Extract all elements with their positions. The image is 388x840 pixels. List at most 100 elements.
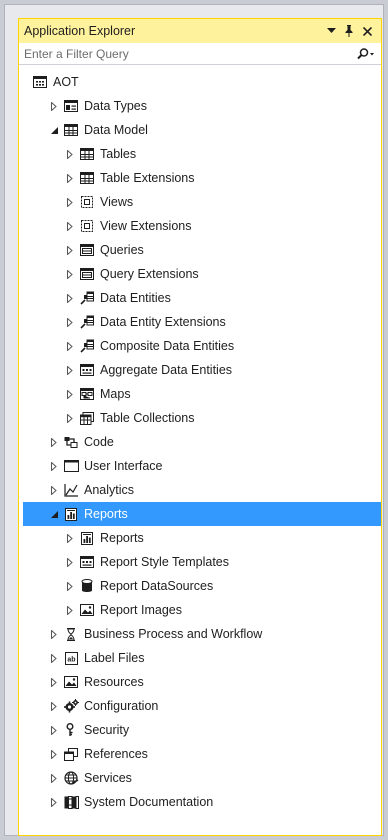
expand-arrow-icon[interactable]: [65, 173, 75, 183]
tree-item-resources[interactable]: Resources: [19, 670, 381, 694]
tree-item-configuration[interactable]: Configuration: [19, 694, 381, 718]
tree-item-label: Security: [84, 723, 130, 737]
analytics-icon: [63, 482, 79, 498]
data-entity-icon: [79, 338, 95, 354]
tree-item-label: Business Process and Workflow: [84, 627, 263, 641]
expand-arrow-icon[interactable]: [49, 653, 59, 663]
tree-item-analytics[interactable]: Analytics: [19, 478, 381, 502]
tree-item-label: Services: [84, 771, 132, 785]
tree-item-reports-child[interactable]: Reports: [19, 526, 381, 550]
expand-arrow-icon[interactable]: [65, 365, 75, 375]
tree-item-label: Report DataSources: [100, 579, 214, 593]
tree-item-label: Data Types: [84, 99, 148, 113]
expand-arrow-icon[interactable]: [49, 749, 59, 759]
view-icon: [79, 218, 95, 234]
gear-icon: [63, 698, 79, 714]
expand-arrow-icon[interactable]: [49, 629, 59, 639]
tree-item-label: Configuration: [84, 699, 159, 713]
pin-icon[interactable]: [341, 23, 357, 39]
tree-item-data-model[interactable]: Data Model: [19, 118, 381, 142]
grid-icon: [79, 146, 95, 162]
expand-arrow-icon[interactable]: [65, 293, 75, 303]
tree-item-table-extensions[interactable]: Table Extensions: [19, 166, 381, 190]
tree-item-report-style-templates[interactable]: Report Style Templates: [19, 550, 381, 574]
expand-arrow-icon[interactable]: [49, 773, 59, 783]
tree-item-references[interactable]: References: [19, 742, 381, 766]
tree-item-label: Composite Data Entities: [100, 339, 235, 353]
tree-item-queries[interactable]: Queries: [19, 238, 381, 262]
tree-item-label: Reports: [100, 531, 144, 545]
grid-icon: [79, 170, 95, 186]
expand-arrow-icon[interactable]: [49, 677, 59, 687]
expand-arrow-icon[interactable]: [65, 221, 75, 231]
expand-arrow-icon[interactable]: [49, 725, 59, 735]
expand-arrow-icon[interactable]: [65, 557, 75, 567]
tree-item-composite-data-entities[interactable]: Composite Data Entities: [19, 334, 381, 358]
tree-item-label: Code: [84, 435, 114, 449]
expand-arrow-icon[interactable]: [49, 797, 59, 807]
tree-item-label: User Interface: [84, 459, 163, 473]
tree-item-views[interactable]: Views: [19, 190, 381, 214]
tree-item-business-process-and-workflow[interactable]: Business Process and Workflow: [19, 622, 381, 646]
tree-item-code[interactable]: Code: [19, 430, 381, 454]
tree-item-query-extensions[interactable]: Query Extensions: [19, 262, 381, 286]
code-icon: [63, 434, 79, 450]
close-icon[interactable]: [359, 23, 375, 39]
tree-item-maps[interactable]: Maps: [19, 382, 381, 406]
aot-icon: [32, 74, 48, 90]
expand-arrow-icon[interactable]: [65, 269, 75, 279]
tree-item-label: Data Entities: [100, 291, 171, 305]
tree-item-label: Data Entity Extensions: [100, 315, 226, 329]
tree-item-user-interface[interactable]: User Interface: [19, 454, 381, 478]
tree-item-table-collections[interactable]: Table Collections: [19, 406, 381, 430]
tree-item-services[interactable]: Services: [19, 766, 381, 790]
tree-root-aot[interactable]: AOT: [19, 70, 381, 94]
expand-arrow-icon[interactable]: [65, 581, 75, 591]
expand-arrow-icon[interactable]: [65, 533, 75, 543]
expand-arrow-icon[interactable]: [49, 461, 59, 471]
tree-item-data-types[interactable]: Data Types: [19, 94, 381, 118]
tree-item-label: AOT: [53, 75, 79, 89]
tree-item-label: Query Extensions: [100, 267, 199, 281]
panel-title: Application Explorer: [24, 24, 136, 38]
tree-item-report-datasources[interactable]: Report DataSources: [19, 574, 381, 598]
key-icon: [63, 722, 79, 738]
tree-item-data-entity-extensions[interactable]: Data Entity Extensions: [19, 310, 381, 334]
tree-item-report-images[interactable]: Report Images: [19, 598, 381, 622]
expand-arrow-icon[interactable]: [65, 149, 75, 159]
tree-item-system-documentation[interactable]: System Documentation: [19, 790, 381, 814]
dropdown-arrow-icon[interactable]: [323, 23, 339, 39]
tree-item-label: Resources: [84, 675, 144, 689]
tree-item-aggregate-data-entities[interactable]: Aggregate Data Entities: [19, 358, 381, 382]
image-icon: [79, 602, 95, 618]
expand-arrow-icon[interactable]: [49, 701, 59, 711]
collapse-arrow-icon[interactable]: [49, 509, 59, 519]
tree-item-security[interactable]: Security: [19, 718, 381, 742]
expand-arrow-icon[interactable]: [65, 197, 75, 207]
aggregate-icon: [79, 362, 95, 378]
tree-item-label: Table Extensions: [100, 171, 195, 185]
tree-item-reports[interactable]: Reports: [23, 502, 381, 526]
expand-arrow-icon[interactable]: [65, 341, 75, 351]
aggregate-icon: [79, 554, 95, 570]
expand-arrow-icon[interactable]: [65, 317, 75, 327]
expand-arrow-icon[interactable]: [49, 437, 59, 447]
expand-arrow-icon[interactable]: [49, 101, 59, 111]
tree-item-label: Queries: [100, 243, 144, 257]
tree-item-label-files[interactable]: ab Label Files: [19, 646, 381, 670]
tree-item-view-extensions[interactable]: View Extensions: [19, 214, 381, 238]
title-bar[interactable]: Application Explorer: [19, 19, 381, 43]
tree-item-label: Table Collections: [100, 411, 195, 425]
tree-item-label: Report Images: [100, 603, 182, 617]
expand-arrow-icon[interactable]: [65, 413, 75, 423]
svg-text:ab: ab: [67, 656, 75, 663]
collapse-arrow-icon[interactable]: [49, 125, 59, 135]
tree-item-tables[interactable]: Tables: [19, 142, 381, 166]
expand-arrow-icon[interactable]: [65, 245, 75, 255]
filter-query-input[interactable]: [24, 46, 357, 61]
tree-item-data-entities[interactable]: Data Entities: [19, 286, 381, 310]
expand-arrow-icon[interactable]: [65, 605, 75, 615]
search-icon[interactable]: [357, 47, 375, 60]
expand-arrow-icon[interactable]: [65, 389, 75, 399]
expand-arrow-icon[interactable]: [49, 485, 59, 495]
